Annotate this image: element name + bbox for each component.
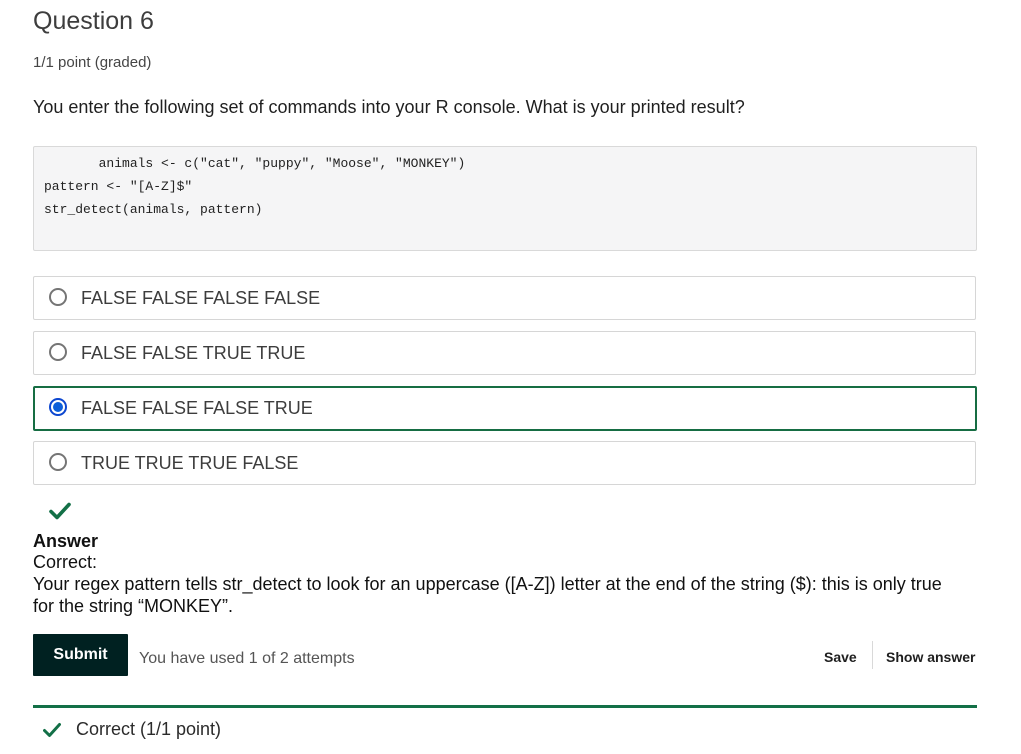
action-divider (872, 641, 873, 669)
answer-heading: Answer (33, 531, 99, 551)
option-label: FALSE FALSE TRUE TRUE (81, 343, 306, 363)
answer-option-3[interactable]: FALSE FALSE FALSE TRUE (33, 386, 977, 431)
save-button[interactable]: Save (824, 649, 857, 665)
radio-button[interactable] (49, 288, 67, 306)
status-bar-divider (33, 705, 977, 708)
question-prompt: You enter the following set of commands … (33, 97, 745, 117)
check-icon (49, 502, 71, 520)
radio-button-selected[interactable] (49, 398, 67, 416)
code-block: animals <- c("cat", "puppy", "Moose", "M… (33, 146, 977, 251)
option-label: FALSE FALSE FALSE FALSE (81, 288, 321, 308)
question-title: Question 6 (33, 7, 154, 35)
radio-button[interactable] (49, 453, 67, 471)
answer-option-4[interactable]: TRUE TRUE TRUE FALSE (33, 441, 976, 485)
answer-option-1[interactable]: FALSE FALSE FALSE FALSE (33, 276, 976, 320)
code-line: animals <- c("cat", "puppy", "Moose", "M… (44, 156, 466, 171)
answer-explanation: Your regex pattern tells str_detect to l… (33, 574, 942, 616)
answer-option-2[interactable]: FALSE FALSE TRUE TRUE (33, 331, 976, 375)
show-answer-button[interactable]: Show answer (886, 649, 975, 665)
code-line: pattern <- "[A-Z]$" (44, 179, 193, 194)
submit-button[interactable]: Submit (33, 634, 128, 676)
option-label: TRUE TRUE TRUE FALSE (81, 453, 299, 473)
code-line: str_detect(animals, pattern) (44, 202, 263, 217)
radio-button[interactable] (49, 343, 67, 361)
answer-status: Correct: (33, 552, 98, 572)
question-points: 1/1 point (graded) (33, 54, 152, 71)
attempts-text: You have used 1 of 2 attempts (139, 650, 355, 667)
option-label: FALSE FALSE FALSE TRUE (81, 398, 313, 418)
status-text: Correct (1/1 point) (76, 719, 222, 739)
check-icon (43, 723, 61, 737)
